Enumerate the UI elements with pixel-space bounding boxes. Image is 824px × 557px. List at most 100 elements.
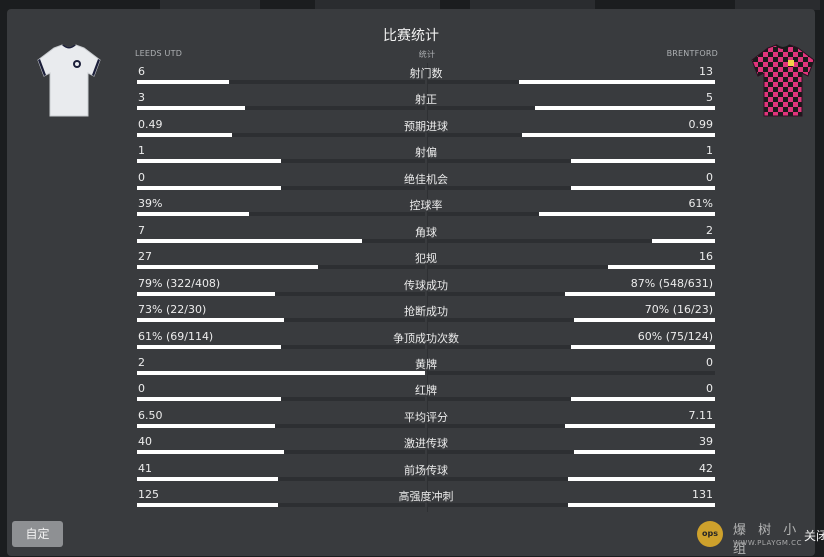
home-stat-value: 61% (69/114) xyxy=(138,329,214,343)
customize-button[interactable]: 自定 xyxy=(12,521,63,547)
home-stat-bar xyxy=(137,423,275,428)
away-stat-bar-track xyxy=(427,106,715,111)
home-stat-value: 125 xyxy=(138,488,159,502)
away-stat-bar-track xyxy=(427,212,715,217)
home-stat-value: 40 xyxy=(138,435,152,449)
away-stat-value: 0 xyxy=(706,355,713,369)
home-stat-bar xyxy=(137,185,281,190)
home-stat-bar-track xyxy=(137,159,425,164)
away-stat-bar-track xyxy=(427,238,715,243)
home-stat-value: 7 xyxy=(138,223,145,237)
stat-row: 7 角球 2 xyxy=(137,222,715,248)
stat-row: 6 射门数 13 xyxy=(137,63,715,89)
home-stat-bar-track xyxy=(137,265,425,270)
home-stat-value: 1 xyxy=(138,144,145,158)
home-stat-value: 0.49 xyxy=(138,117,163,131)
panel-title: 比赛统计 xyxy=(383,28,439,44)
home-stat-value: 79% (322/408) xyxy=(138,276,221,290)
away-stat-bar-track xyxy=(427,80,715,84)
away-stat-bar xyxy=(568,476,715,481)
stat-row: 6.50 平均评分 7.11 xyxy=(137,407,715,433)
stat-label: 绝佳机会 xyxy=(404,172,448,186)
home-stat-bar-track xyxy=(137,423,425,428)
stat-row: 1 射偏 1 xyxy=(137,142,715,168)
stat-row: 3 射正 5 xyxy=(137,89,715,115)
home-stat-value: 41 xyxy=(138,461,152,475)
home-stat-bar xyxy=(137,132,232,137)
stat-row: 39% 控球率 61% xyxy=(137,195,715,221)
away-stat-bar-track xyxy=(427,344,715,349)
away-stat-value: 87% (548/631) xyxy=(630,276,713,290)
stat-row: 79% (322/408) 传球成功 87% (548/631) xyxy=(137,275,715,301)
stat-label: 射偏 xyxy=(415,146,437,160)
home-stat-bar-track xyxy=(137,212,425,217)
home-stat-bar-track xyxy=(137,450,425,455)
away-stat-bar xyxy=(539,212,715,217)
stat-row: 0 绝佳机会 0 xyxy=(137,169,715,195)
stat-label: 传球成功 xyxy=(404,278,448,292)
away-stat-value: 60% (75/124) xyxy=(637,329,713,343)
stat-label: 射正 xyxy=(415,93,437,107)
away-stat-bar xyxy=(571,344,715,349)
away-team-name: BRENTFORD xyxy=(666,49,718,58)
home-stat-bar-track xyxy=(137,344,425,349)
home-stat-bar xyxy=(137,503,278,508)
home-stat-bar xyxy=(137,318,284,323)
away-stat-bar xyxy=(522,132,715,137)
home-stat-value: 73% (22/30) xyxy=(138,303,207,317)
away-stat-value: 0 xyxy=(706,170,713,184)
away-stat-bar-track xyxy=(427,503,715,508)
home-stat-bar-track xyxy=(137,185,425,190)
stat-row: 27 犯规 16 xyxy=(137,248,715,274)
home-team-name: LEEDS UTD xyxy=(135,49,183,58)
home-stat-value: 27 xyxy=(138,250,152,264)
home-team-jersey xyxy=(34,42,104,120)
away-stat-bar-track xyxy=(427,476,715,481)
home-stat-bar xyxy=(137,238,362,243)
away-stat-bar-track xyxy=(427,265,715,270)
away-stat-bar xyxy=(519,80,715,84)
stat-label: 争顶成功次数 xyxy=(393,331,459,345)
away-stat-value: 131 xyxy=(692,488,713,502)
home-stat-bar-track xyxy=(137,476,425,481)
home-stat-bar xyxy=(137,344,281,349)
watermark-url: WWW.PLAYGM.CC xyxy=(733,539,802,547)
home-stat-value: 39% xyxy=(138,197,163,211)
away-stat-bar xyxy=(574,318,715,323)
away-stat-bar xyxy=(568,503,715,508)
away-stat-value: 70% (16/23) xyxy=(644,303,713,317)
home-stat-bar-track xyxy=(137,370,425,375)
home-stat-bar xyxy=(137,450,284,455)
home-stat-value: 6 xyxy=(138,65,145,78)
stat-row: 41 前场传球 42 xyxy=(137,460,715,486)
away-stat-bar xyxy=(608,265,715,270)
away-stat-value: 0.99 xyxy=(688,117,714,131)
home-stat-bar xyxy=(137,106,245,111)
away-stat-value: 2 xyxy=(706,223,713,237)
away-stat-value: 7.11 xyxy=(688,408,714,422)
away-stat-bar-track xyxy=(427,185,715,190)
home-stat-value: 0 xyxy=(138,170,145,184)
home-stat-bar-track xyxy=(137,397,425,402)
away-stat-value: 39 xyxy=(699,435,713,449)
away-stat-value: 16 xyxy=(699,250,713,264)
stat-label: 黄牌 xyxy=(415,357,437,371)
away-stat-bar xyxy=(571,397,715,402)
away-stat-bar xyxy=(571,185,715,190)
stat-label: 犯规 xyxy=(415,252,437,266)
stat-label: 预期进球 xyxy=(404,119,448,133)
away-stat-value: 1 xyxy=(706,144,713,158)
away-stat-bar-track xyxy=(427,397,715,402)
close-button[interactable]: 关闭 xyxy=(802,524,824,548)
home-stat-bar-track xyxy=(137,503,425,508)
home-stat-bar xyxy=(137,370,425,375)
away-stat-bar xyxy=(652,238,715,243)
away-stat-bar-track xyxy=(427,132,715,137)
watermark-logo-icon: ops xyxy=(697,521,723,547)
home-stat-value: 6.50 xyxy=(138,408,163,422)
away-stat-bar xyxy=(535,106,715,111)
away-stat-bar-track xyxy=(427,291,715,296)
away-stat-value: 13 xyxy=(699,65,713,78)
away-stat-value: 5 xyxy=(706,91,713,105)
watermark: ops 爆 树 小 组 WWW.PLAYGM.CC xyxy=(697,515,817,557)
